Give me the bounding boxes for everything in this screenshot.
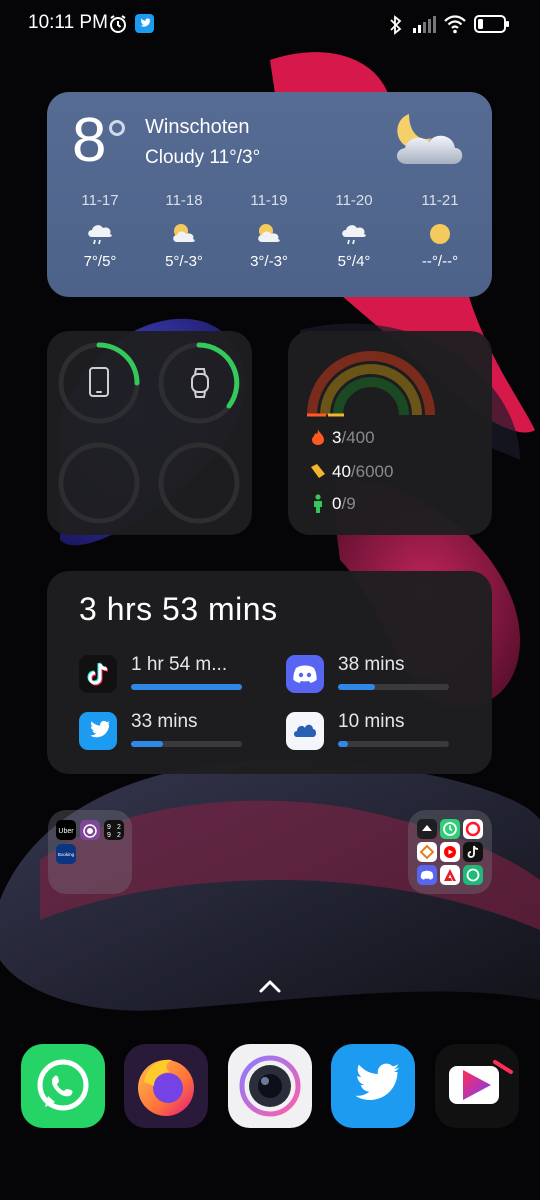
pedometer-icon [417, 819, 437, 839]
discord-icon [286, 655, 324, 693]
status-time: 10:11 PM [28, 12, 108, 33]
forecast-day: 11-19 3°/-3° [234, 192, 304, 270]
device-battery-widget[interactable] [47, 331, 252, 535]
twitter-icon [79, 712, 117, 750]
usage-time-label: 10 mins [338, 711, 405, 732]
weather-city: Winschoten [145, 116, 250, 138]
calories-goal: /400 [341, 428, 375, 447]
svg-text:9: 9 [107, 832, 111, 839]
tor-browser-icon [80, 820, 100, 840]
9292-icon: 9292 [104, 820, 124, 840]
empty-device-slot [158, 442, 240, 524]
steps-icon [309, 462, 327, 485]
app-drawer-chevron-up-icon[interactable] [258, 978, 282, 999]
video-player-icon[interactable] [435, 1044, 519, 1128]
standing-icon [312, 494, 324, 519]
alarm-icon [108, 14, 128, 39]
forecast-range: --°/--° [421, 253, 459, 270]
activity-arcs [306, 351, 436, 422]
current-temperature: 8 [72, 106, 107, 175]
twitter-dock-icon[interactable] [331, 1044, 415, 1128]
forecast-range: 5°/-3° [165, 253, 203, 270]
svg-text:Booking: Booking [58, 852, 75, 857]
svg-text:2: 2 [117, 832, 121, 839]
usage-time-label: 38 mins [338, 654, 405, 675]
usage-bar-fill [131, 741, 164, 747]
usage-bar [131, 741, 242, 747]
forecast-day: 11-17 7°/5° [65, 192, 135, 270]
tiktok-icon [79, 655, 117, 693]
youtube-music-icon [440, 842, 460, 862]
tiktok-small-icon [463, 842, 483, 862]
battery-icon [474, 15, 510, 38]
phone-icon [88, 366, 110, 403]
usage-time-label: 1 hr 54 m... [131, 654, 228, 675]
usage-row-discord[interactable]: 38 mins [286, 654, 466, 695]
adobe-icon [440, 865, 460, 885]
standing-stat: 0/9 [332, 494, 356, 514]
screen-time-widget[interactable]: 3 hrs 53 mins 1 hr 54 m... 38 mins 33 mi… [47, 571, 492, 774]
empty-device-slot [58, 442, 140, 524]
app-folder-right[interactable] [408, 810, 492, 894]
forecast-date: 11-18 [165, 192, 203, 209]
forecast-day: 11-20 5°/4° [319, 192, 389, 270]
uber-icon: Uber [56, 820, 76, 840]
calories-stat: 3/400 [332, 428, 375, 448]
forecast-day: 11-18 5°/-3° [149, 192, 219, 270]
moon-cloud-icon [387, 110, 467, 177]
usage-row-messenger[interactable]: 10 mins [286, 711, 466, 752]
steps-goal: /6000 [350, 462, 394, 481]
fire-icon [310, 428, 326, 451]
wifi-icon [443, 14, 467, 39]
usage-bar-fill [338, 741, 348, 747]
standing-goal: /9 [341, 494, 356, 513]
degree-symbol [109, 120, 125, 136]
camera-icon[interactable] [228, 1044, 312, 1128]
maps-icon [417, 842, 437, 862]
twitter-notification-icon [135, 14, 154, 33]
usage-bar [131, 684, 242, 690]
usage-bar [338, 741, 449, 747]
watch-icon [189, 367, 211, 404]
forecast-date: 11-17 [81, 192, 119, 209]
sun-icon [426, 222, 454, 244]
whatsapp-icon[interactable] [21, 1044, 105, 1128]
screen-time-total: 3 hrs 53 mins [79, 591, 278, 627]
forecast-range: 3°/-3° [250, 253, 288, 270]
forecast-date: 11-21 [421, 192, 459, 209]
rain-cloud-icon [86, 222, 114, 245]
weather-widget[interactable]: 8 Winschoten Cloudy 11°/3° 11-17 7°/5° 1… [47, 92, 492, 297]
discord-small-icon [417, 865, 437, 885]
partly-cloudy-icon [255, 222, 283, 244]
steps-stat: 40/6000 [332, 462, 393, 482]
weather-condition: Cloudy 11°/3° [145, 147, 261, 168]
svg-text:Uber: Uber [58, 828, 74, 835]
usage-bar-fill [338, 684, 375, 690]
forecast-date: 11-19 [250, 192, 288, 209]
usage-row-tiktok[interactable]: 1 hr 54 m... [79, 654, 259, 695]
usage-time-label: 33 mins [131, 711, 198, 732]
usage-row-twitter[interactable]: 33 mins [79, 711, 259, 752]
usage-bar-fill [131, 684, 242, 690]
firefox-icon[interactable] [124, 1044, 208, 1128]
cloud-app-icon [286, 712, 324, 750]
forecast-date: 11-20 [335, 192, 373, 209]
forecast-day: 11-21 --°/--° [405, 192, 475, 270]
forecast-range: 7°/5° [83, 253, 117, 270]
svg-text:9: 9 [107, 824, 111, 831]
svg-text:2: 2 [117, 824, 121, 831]
booking-icon: Booking [56, 844, 76, 864]
partly-cloudy-icon [170, 222, 198, 244]
steps-value: 40 [332, 462, 351, 481]
usage-bar [338, 684, 449, 690]
green-app-icon [463, 865, 483, 885]
opera-icon [463, 819, 483, 839]
bluetooth-icon [389, 14, 403, 41]
rain-cloud-icon [340, 222, 368, 245]
app-folder-left[interactable]: Uber 9292 Booking [48, 810, 132, 894]
clock-icon [440, 819, 460, 839]
forecast-range: 5°/4° [337, 253, 371, 270]
health-widget[interactable]: 3/400 40/6000 0/9 [288, 331, 492, 535]
signal-icon [412, 16, 438, 39]
